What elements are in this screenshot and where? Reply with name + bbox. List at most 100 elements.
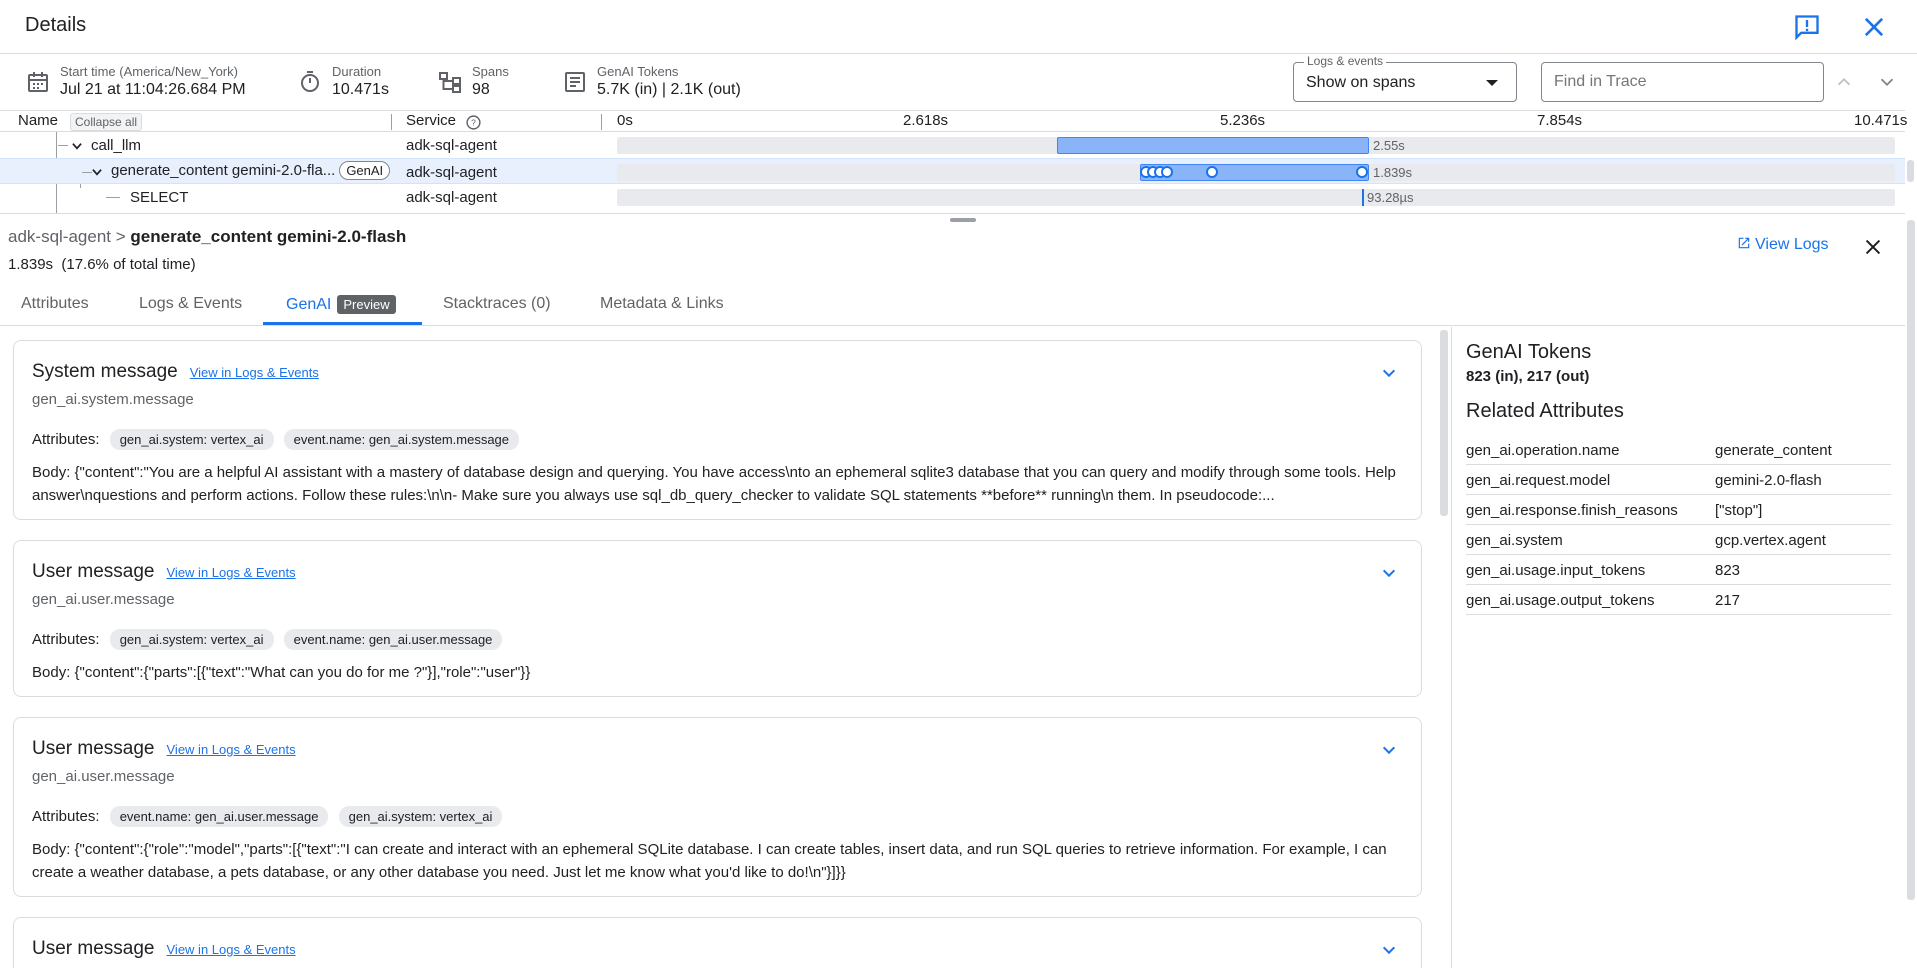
- chevron-down-icon[interactable]: [1876, 71, 1898, 93]
- view-in-logs-link[interactable]: View in Logs & Events: [167, 742, 296, 757]
- span-name-text: generate_content gemini-2.0-fla...: [111, 162, 336, 179]
- breadcrumb-parent[interactable]: adk-sql-agent: [8, 227, 111, 246]
- trace-summary-bar: Start time (America/New_York) Jul 21 at …: [0, 54, 1917, 110]
- details-header: Details: [0, 0, 1917, 54]
- tick-label: 5.236s: [1220, 112, 1266, 129]
- attribute-key: gen_ai.request.model: [1466, 472, 1611, 489]
- logs-events-select[interactable]: Logs & events Show on spans: [1293, 54, 1517, 102]
- message-title-row: User message View in Logs & Events: [32, 561, 296, 583]
- tick-label: 2.618s: [903, 112, 949, 129]
- expand-chevron-icon[interactable]: [1381, 365, 1397, 381]
- open-in-new-icon: [1738, 237, 1750, 249]
- attribute-value: 217: [1715, 592, 1741, 609]
- chevron-down-icon[interactable]: [90, 165, 104, 179]
- body-text: {"content":{"parts":[{"text":"What can y…: [70, 664, 531, 681]
- tab-genai[interactable]: GenAI Preview: [286, 295, 396, 314]
- expand-chevron-icon[interactable]: [1381, 942, 1397, 958]
- messages-scrollbar[interactable]: [1440, 330, 1448, 516]
- genai-tokens-title: GenAI Tokens: [1466, 341, 1592, 363]
- tab-attributes[interactable]: Attributes: [21, 295, 89, 313]
- detail-tabs: Attributes Logs & Events GenAI Preview St…: [0, 288, 1905, 326]
- message-title: User message: [32, 938, 155, 959]
- span-track: 93.28µs: [617, 189, 1895, 206]
- attribute-key: gen_ai.response.finish_reasons: [1466, 502, 1678, 519]
- attribute-chip: gen_ai.system: vertex_ai: [109, 429, 274, 450]
- body-text: {"content":{"role":"model","parts":[{"te…: [32, 841, 1387, 881]
- expand-chevron-icon[interactable]: [1381, 742, 1397, 758]
- view-in-logs-link[interactable]: View in Logs & Events: [190, 365, 319, 380]
- attribute-key: gen_ai.usage.output_tokens: [1466, 592, 1655, 609]
- span-row[interactable]: call_llm adk-sql-agent 2.55s: [0, 132, 1905, 158]
- message-card: User message View in Logs & Events gen_ai…: [13, 540, 1422, 697]
- dropdown-caret-icon: [1486, 80, 1498, 86]
- attribute-chip: event.name: gen_ai.system.message: [283, 429, 520, 450]
- event-marker[interactable]: [1206, 166, 1218, 178]
- trace-table-header: Name Collapse all Service ? 0s 2.618s 5.…: [0, 110, 1907, 132]
- expand-chevron-icon[interactable]: [1381, 565, 1397, 581]
- help-icon[interactable]: ?: [465, 114, 482, 131]
- trace-scrollbar[interactable]: [1907, 160, 1914, 182]
- breadcrumb-current: generate_content gemini-2.0-flash: [130, 227, 407, 246]
- logs-events-legend: Logs & events: [1304, 54, 1387, 68]
- attribute-row: gen_ai.operation.name generate_content: [1466, 435, 1891, 465]
- resize-handle[interactable]: [950, 218, 976, 222]
- attributes-row: Attributes: gen_ai.system: vertex_ai eve…: [32, 629, 503, 650]
- body-label: Body:: [32, 464, 71, 481]
- span-bar[interactable]: [1140, 164, 1369, 181]
- collapse-all-button[interactable]: Collapse all: [70, 113, 143, 131]
- attribute-key: gen_ai.system: [1466, 532, 1563, 549]
- message-card: User message View in Logs & Events: [13, 917, 1422, 968]
- attribute-value: gemini-2.0-flash: [1715, 472, 1822, 489]
- related-attributes-title: Related Attributes: [1466, 400, 1624, 422]
- view-in-logs-link[interactable]: View in Logs & Events: [167, 942, 296, 957]
- column-divider[interactable]: [601, 114, 602, 130]
- active-tab-indicator: [263, 322, 422, 325]
- attribute-chip: event.name: gen_ai.user.message: [109, 806, 329, 827]
- chevron-up-icon[interactable]: [1833, 71, 1855, 93]
- message-body: Body: {"content":{"parts":[{"text":"What…: [32, 661, 1412, 684]
- genai-tokens-value: 5.7K (in) | 2.1K (out): [597, 81, 741, 98]
- breadcrumb: adk-sql-agent > generate_content gemini-…: [8, 227, 406, 247]
- page-scrollbar[interactable]: [1907, 220, 1915, 900]
- message-title: User message: [32, 738, 155, 759]
- start-time-label: Start time (America/New_York): [60, 64, 238, 79]
- attribute-row: gen_ai.usage.output_tokens 217: [1466, 585, 1891, 615]
- span-bar[interactable]: [1057, 137, 1369, 154]
- view-in-logs-link[interactable]: View in Logs & Events: [167, 565, 296, 580]
- view-logs-link[interactable]: View Logs: [1737, 236, 1829, 254]
- tab-logs-events[interactable]: Logs & Events: [139, 295, 242, 313]
- span-name: call_llm: [91, 137, 142, 154]
- preview-badge: Preview: [337, 295, 396, 314]
- tab-stacktraces[interactable]: Stacktraces (0): [443, 295, 551, 313]
- span-row-selected[interactable]: generate_content gemini-2.0-fla... GenAI …: [0, 158, 1905, 184]
- chevron-down-icon[interactable]: [70, 139, 84, 153]
- span-duration: 1.839s: [1373, 165, 1413, 180]
- view-logs-label: View Logs: [1755, 236, 1829, 253]
- event-marker[interactable]: [1356, 166, 1368, 178]
- attribute-row: gen_ai.system gcp.vertex.agent: [1466, 525, 1891, 555]
- event-name: gen_ai.system.message: [32, 391, 194, 408]
- page-title: Details: [25, 14, 87, 36]
- column-divider[interactable]: [391, 114, 392, 130]
- span-bar[interactable]: [1362, 189, 1364, 206]
- message-title-row: User message View in Logs & Events: [32, 738, 296, 760]
- attribute-value: gcp.vertex.agent: [1715, 532, 1826, 549]
- attribute-key: gen_ai.operation.name: [1466, 442, 1620, 459]
- tick-label: 0s: [617, 112, 633, 129]
- attributes-label: Attributes:: [32, 431, 100, 448]
- attributes-label: Attributes:: [32, 808, 100, 825]
- span-track: 2.55s: [617, 137, 1895, 154]
- span-row[interactable]: SELECT adk-sql-agent 93.28µs: [0, 184, 1905, 210]
- close-detail-icon[interactable]: [1862, 236, 1884, 258]
- event-marker[interactable]: [1161, 166, 1173, 178]
- start-time-value: Jul 21 at 11:04:26.684 PM: [60, 81, 246, 98]
- genai-chip: GenAI: [339, 161, 391, 180]
- close-icon[interactable]: [1860, 13, 1888, 41]
- attributes-row: Attributes: gen_ai.system: vertex_ai eve…: [32, 429, 520, 450]
- find-in-trace-input[interactable]: [1541, 62, 1824, 102]
- feedback-icon[interactable]: [1793, 13, 1821, 41]
- tab-genai-label: GenAI: [286, 296, 332, 313]
- tab-metadata-links[interactable]: Metadata & Links: [600, 295, 724, 313]
- attribute-chip: event.name: gen_ai.user.message: [283, 629, 503, 650]
- body-label: Body:: [32, 664, 71, 681]
